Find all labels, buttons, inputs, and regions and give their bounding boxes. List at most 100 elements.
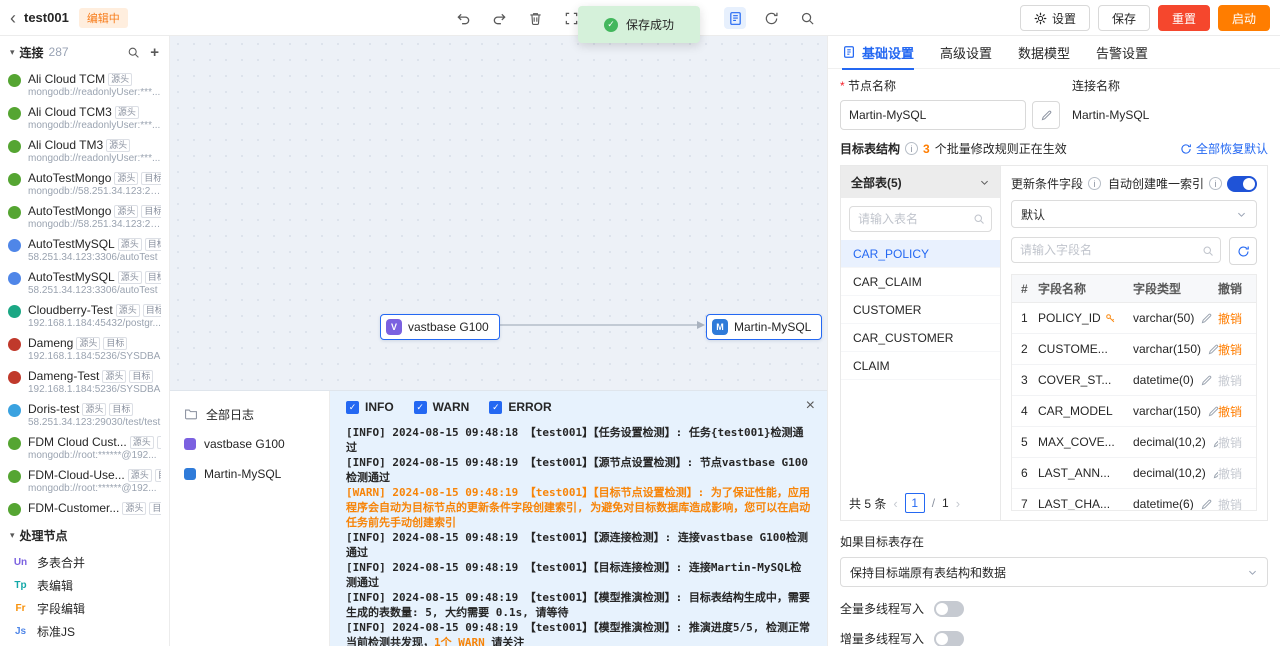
if-target-exists-label: 如果目标表存在 xyxy=(840,535,925,549)
connection-list-item[interactable]: Cloudberry-Test源头目标192.168.1.184:45432/p… xyxy=(0,299,169,332)
tables-dropdown[interactable]: 全部表(5) xyxy=(841,166,1000,198)
checkbox-checked-icon[interactable] xyxy=(346,400,359,414)
log-nav-label: Martin-MySQL xyxy=(204,467,282,481)
search-icon[interactable] xyxy=(796,7,818,29)
table-search-input[interactable] xyxy=(849,206,992,232)
log-line: [INFO] 2024-08-15 09:48:19 【test001】【源节点… xyxy=(346,455,811,485)
connection-list-item[interactable]: Doris-test 源头 目标 58.251.34.123:29030/test/t… xyxy=(0,398,169,431)
conn-name-value: Martin-MySQL xyxy=(1072,108,1150,122)
collapse-caret-icon[interactable]: ▾ xyxy=(10,530,15,541)
undo-link[interactable]: 撤销 xyxy=(1218,310,1256,327)
connection-list-item[interactable]: AutoTestMySQL源头目标58.251.34.123:3306/auto… xyxy=(0,266,169,299)
connection-endpoint: mongodb://readonlyUser:***... xyxy=(28,120,161,131)
log-segment: [INFO] 2024-08-15 09:48:19 【test001】【模型推… xyxy=(346,591,810,619)
undo-link[interactable]: 撤销 xyxy=(1218,403,1256,420)
save-button[interactable]: 保存 xyxy=(1097,5,1150,31)
field-type-text: varchar(150) xyxy=(1133,404,1202,418)
flow-canvas[interactable]: V vastbase G100 M Martin-MySQL 全部日志 vastb… xyxy=(170,36,827,646)
undo-link[interactable]: 撤销 xyxy=(1218,341,1256,358)
connection-info: AutoTestMongo 源头 目标 mongodb://58.251.34.123… xyxy=(28,171,161,197)
field-name: COVER_ST... xyxy=(1038,373,1133,387)
canvas-node-source[interactable]: V vastbase G100 xyxy=(380,314,500,340)
connection-list-item[interactable]: AutoTestMongo 源头 目标 mongodb://58.251.34.123… xyxy=(0,200,169,233)
table-list-item[interactable]: CAR_CLAIM xyxy=(841,268,1000,296)
tables-column: 全部表(5) CAR_POLICYCAR_CLAIMCUSTOMERCAR_CU… xyxy=(841,166,1001,520)
table-list-item[interactable]: CUSTOMER xyxy=(841,296,1000,324)
full-thread-toggle[interactable] xyxy=(934,600,965,617)
connection-search-icon[interactable] xyxy=(127,46,140,59)
log-panel-icon[interactable] xyxy=(724,7,746,29)
connection-list-item[interactable]: Dameng 源头 目标 192.168.1.184:5236/SYSDBA xyxy=(0,332,169,365)
back-icon[interactable]: ‹ xyxy=(10,9,16,27)
add-connection-icon[interactable]: + xyxy=(150,45,159,60)
restore-defaults-link[interactable]: 全部恢复默认 xyxy=(1180,140,1268,157)
collapse-caret-icon[interactable]: ▾ xyxy=(10,47,15,58)
checkbox-checked-icon[interactable] xyxy=(413,400,427,414)
total-count: 共 5 条 xyxy=(849,496,887,511)
refresh-icon[interactable] xyxy=(760,7,782,29)
connection-list-item[interactable]: FDM Cloud Cust...源头目标mongodb://root:****… xyxy=(0,431,169,464)
process-node-item[interactable]: Fr 字段编辑 xyxy=(0,597,169,620)
connection-list-item[interactable]: Ali Cloud TCM 源头 mongodb://readonlyUser:**… xyxy=(0,68,169,101)
redo-icon[interactable] xyxy=(488,7,510,29)
log-filter-warn[interactable]: WARN xyxy=(413,400,469,414)
tab-data-model[interactable]: 数据模型 xyxy=(1018,36,1070,69)
log-nav-item[interactable]: Martin-MySQL xyxy=(170,459,329,489)
process-node-list: Un多表合并Tp表编辑Fr字段编辑Js标准JSJs增强JSBeta◷时间运算▽类… xyxy=(0,551,169,646)
process-node-item[interactable]: Un 多表合并 xyxy=(0,551,169,574)
toast-text: 保存成功 xyxy=(626,18,675,32)
condition-mode-select[interactable]: 默认 xyxy=(1011,200,1257,228)
undo-icon[interactable] xyxy=(452,7,474,29)
process-node-item[interactable]: Tp 表编辑 xyxy=(0,574,169,597)
auto-index-toggle[interactable] xyxy=(1227,175,1257,192)
incr-thread-toggle[interactable] xyxy=(934,630,965,646)
settings-button[interactable]: 设置 xyxy=(1019,5,1090,31)
connection-list-item[interactable]: FDM-Cloud-Use...源头目标mongodb://root:*****… xyxy=(0,464,169,497)
process-nodes-header: ▾ 处理节点 xyxy=(0,519,169,551)
target-exists-select[interactable]: 保持目标端原有表结构和数据 xyxy=(840,557,1268,587)
table-list-item[interactable]: CAR_POLICY xyxy=(841,240,1000,268)
edit-type-icon[interactable] xyxy=(1207,343,1218,356)
delete-icon[interactable] xyxy=(524,7,546,29)
edit-type-icon[interactable] xyxy=(1200,498,1213,511)
close-icon[interactable]: × xyxy=(806,397,815,415)
log-nav-item[interactable]: vastbase G100 xyxy=(170,429,329,459)
next-page-icon[interactable]: › xyxy=(956,496,960,511)
current-page[interactable]: 1 xyxy=(904,493,925,513)
refresh-fields-button[interactable] xyxy=(1229,237,1257,265)
tab-advanced[interactable]: 高级设置 xyxy=(940,36,992,69)
connection-endpoint: mongodb://root:******@192... xyxy=(28,483,157,494)
config-body: 节点名称 连接名称 Martin-MySQL 目标表结构 3 xyxy=(828,69,1280,646)
edit-type-icon[interactable] xyxy=(1207,405,1218,418)
tab-basic[interactable]: 基础设置 xyxy=(842,36,915,70)
log-segment: [INFO] 2024-08-15 09:48:19 【test001】【源连接… xyxy=(346,531,809,559)
edit-node-name-button[interactable] xyxy=(1032,101,1060,129)
field-type-text: decimal(10,2) xyxy=(1133,466,1206,480)
edit-type-icon[interactable] xyxy=(1200,374,1213,387)
log-segment: [INFO] 2024-08-15 09:48:19 【test001】【目标连… xyxy=(346,561,802,589)
field-index: 4 xyxy=(1021,404,1028,418)
connection-list-item[interactable]: Ali Cloud TCM3 源头 mongodb://readonlyUser:*… xyxy=(0,101,169,134)
table-list-item[interactable]: CAR_CUSTOMER xyxy=(841,324,1000,352)
database-icon xyxy=(8,272,21,285)
connection-list-item[interactable]: Ali Cloud TM3 源头 mongodb://readonlyUser:**… xyxy=(0,134,169,167)
canvas-node-target[interactable]: M Martin-MySQL xyxy=(706,314,823,340)
connection-list-item[interactable]: AutoTestMongo 源头 目标 mongodb://58.251.34.123… xyxy=(0,167,169,200)
field-name-text: MAX_COVE... xyxy=(1038,435,1115,449)
node-name-input[interactable] xyxy=(840,100,1026,130)
prev-page-icon[interactable]: ‹ xyxy=(893,496,897,511)
table-list-item[interactable]: CLAIM xyxy=(841,352,1000,380)
field-search-input[interactable] xyxy=(1011,237,1221,263)
log-filter-error[interactable]: ERROR xyxy=(489,400,552,414)
start-button[interactable]: 启动 xyxy=(1217,5,1270,31)
connection-list-item[interactable]: AutoTestMySQL源头目标58.251.34.123:3306/auto… xyxy=(0,233,169,266)
checkbox-checked-icon[interactable] xyxy=(489,400,503,414)
connection-list-item[interactable]: Dameng-Test 源头 目标 192.168.1.184:5236/SYSDBA xyxy=(0,365,169,398)
connection-list-item[interactable]: FDM-Customer...源头目标 xyxy=(0,497,169,519)
tab-alert[interactable]: 告警设置 xyxy=(1096,36,1148,69)
log-nav-item[interactable]: 全部日志 xyxy=(170,399,329,429)
edit-type-icon[interactable] xyxy=(1200,312,1213,325)
log-filter-info[interactable]: INFO xyxy=(346,400,394,414)
reset-button[interactable]: 重置 xyxy=(1157,5,1210,31)
process-node-item[interactable]: Js 标准JS xyxy=(0,620,169,643)
